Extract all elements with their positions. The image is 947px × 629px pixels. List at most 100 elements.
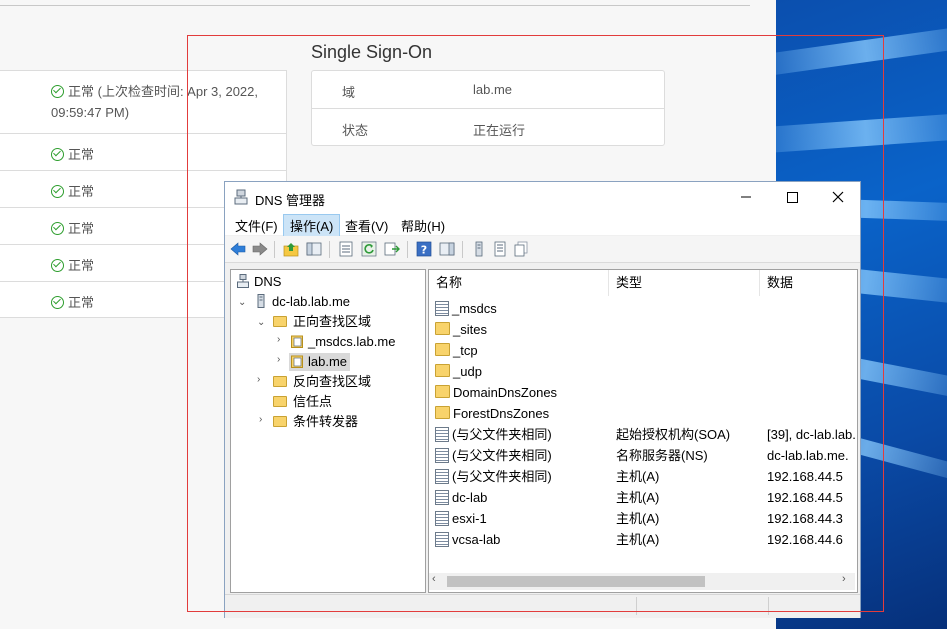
zone-copy-icon[interactable]	[513, 241, 529, 257]
record-name-cell: _sites	[435, 319, 487, 340]
show-tree-icon[interactable]	[306, 241, 322, 257]
horizontal-scrollbar[interactable]: ‹ ›	[429, 573, 855, 590]
record-icon	[435, 511, 449, 526]
refresh-icon[interactable]	[361, 241, 377, 257]
record-name: ForestDnsZones	[453, 406, 550, 421]
console-tree: DNS ⌄ dc-lab.lab.me ⌄ 正向查找区域 › _msdcs.la…	[230, 269, 426, 593]
record-icon	[435, 469, 449, 484]
chevron-down-icon[interactable]: ⌄	[238, 297, 246, 308]
record-row[interactable]: _sites	[429, 319, 855, 340]
chevron-right-icon[interactable]: ›	[259, 414, 262, 425]
record-row[interactable]: esxi-1 主机(A) 192.168.44.3	[429, 508, 855, 529]
record-data: [39], dc-lab.lab.	[767, 427, 856, 442]
record-name-cell: esxi-1	[435, 508, 487, 529]
dns-manager-window[interactable]: DNS 管理器 文件(F) 操作(A) 查看(V) 帮助(H) ? DNS ⌄ …	[224, 181, 861, 618]
folder-icon	[435, 322, 450, 335]
sso-row-domain: 域 lab.me	[312, 71, 664, 108]
column-header-type[interactable]: 类型	[609, 270, 760, 296]
title-bar[interactable]: DNS 管理器	[225, 182, 860, 212]
column-header-data[interactable]: 数据	[760, 270, 857, 296]
scroll-left-icon[interactable]: ‹	[432, 573, 436, 585]
server-icon[interactable]	[471, 241, 487, 257]
action-pane-icon[interactable]	[439, 241, 455, 257]
status-text: 正常	[68, 258, 95, 273]
export-list-icon[interactable]	[384, 241, 400, 257]
maximize-button[interactable]	[769, 182, 815, 212]
tree-item-server[interactable]: dc-lab.lab.me	[255, 293, 350, 311]
menu-view[interactable]: 查看(V)	[339, 215, 394, 236]
forward-arrow-icon[interactable]	[252, 241, 268, 257]
close-button[interactable]	[815, 182, 861, 212]
column-header-name[interactable]: 名称	[429, 270, 609, 296]
help-icon[interactable]: ?	[416, 241, 432, 257]
close-icon	[832, 191, 844, 203]
check-circle-icon	[51, 259, 64, 272]
record-list-icon[interactable]	[492, 241, 508, 257]
up-folder-icon[interactable]	[283, 241, 299, 257]
record-data: 192.168.44.6	[767, 532, 843, 547]
record-name-cell: _udp	[435, 361, 482, 382]
chevron-right-icon[interactable]: ›	[277, 354, 280, 365]
record-row[interactable]: (与父文件夹相同) 起始授权机构(SOA) [39], dc-lab.lab.	[429, 424, 856, 445]
check-circle-icon	[51, 222, 64, 235]
chevron-down-icon[interactable]: ⌄	[257, 317, 265, 328]
record-name-cell: (与父文件夹相同)	[435, 445, 552, 466]
sso-card: 域 lab.me 状态 正在运行	[311, 70, 665, 146]
record-row[interactable]: _tcp	[429, 340, 855, 361]
record-row[interactable]: (与父文件夹相同) 主机(A) 192.168.44.5	[429, 466, 855, 487]
tree-item-lab-zone[interactable]: lab.me	[289, 353, 351, 371]
tree-label: 条件转发器	[293, 414, 359, 429]
scrollbar-thumb[interactable]	[447, 576, 705, 587]
record-data: dc-lab.lab.me.	[767, 448, 849, 463]
chevron-right-icon[interactable]: ›	[277, 334, 280, 345]
menu-file[interactable]: 文件(F)	[229, 215, 284, 236]
record-row[interactable]: ForestDnsZones	[429, 403, 855, 424]
record-row[interactable]: _udp	[429, 361, 855, 382]
record-type: 起始授权机构(SOA)	[616, 427, 731, 442]
folder-icon	[273, 396, 287, 407]
menu-action[interactable]: 操作(A)	[283, 214, 341, 237]
tree-item-conditional-forwarders[interactable]: 条件转发器	[273, 413, 358, 431]
record-row[interactable]: _msdcs	[429, 298, 855, 319]
chevron-right-icon[interactable]: ›	[257, 374, 260, 385]
record-type: 主机(A)	[616, 511, 660, 526]
status-text: 正常	[68, 221, 95, 236]
folder-icon	[273, 316, 287, 327]
properties-icon[interactable]	[338, 241, 354, 257]
record-name: _sites	[453, 322, 487, 337]
scroll-right-icon[interactable]: ›	[842, 573, 846, 585]
status-row: 正常 (上次检查时间: Apr 3, 2022, 09:59:47 PM)	[0, 71, 286, 133]
tree-item-msdcs-zone[interactable]: _msdcs.lab.me	[291, 333, 395, 351]
svg-text:?: ?	[421, 244, 427, 257]
zone-icon	[291, 355, 303, 368]
menu-bar: 文件(F) 操作(A) 查看(V) 帮助(H)	[225, 212, 860, 237]
folder-icon	[273, 376, 287, 387]
zone-icon	[291, 335, 303, 348]
record-row[interactable]: dc-lab 主机(A) 192.168.44.5	[429, 487, 855, 508]
tree-item-trust-points[interactable]: 信任点	[273, 393, 332, 411]
record-name-cell: ForestDnsZones	[435, 403, 549, 424]
record-row[interactable]: vcsa-lab 主机(A) 192.168.44.6	[429, 529, 855, 550]
sso-value: 正在运行	[473, 123, 526, 138]
check-circle-icon	[51, 148, 64, 161]
menu-help[interactable]: 帮助(H)	[395, 215, 451, 236]
tree-item-reverse-zones[interactable]: 反向查找区域	[273, 373, 371, 391]
record-row[interactable]: (与父文件夹相同) 名称服务器(NS) dc-lab.lab.me.	[429, 445, 855, 466]
sso-key: 状态	[342, 123, 369, 138]
record-name: vcsa-lab	[452, 532, 501, 547]
tree-label: lab.me	[308, 354, 348, 369]
minimize-button[interactable]	[723, 182, 769, 212]
check-circle-icon	[51, 85, 64, 98]
tree-item-dns[interactable]: DNS	[237, 273, 281, 291]
folder-icon	[435, 406, 450, 419]
sso-row-status: 状态 正在运行	[312, 108, 664, 146]
status-text: 09:59:47 PM)	[51, 105, 130, 120]
tree-label: _msdcs.lab.me	[308, 334, 396, 349]
record-list: 名称 类型 数据 _msdcs _sites _tcp _udp DomainDnsZo…	[428, 269, 858, 593]
sso-key: 域	[342, 85, 356, 100]
record-row[interactable]: DomainDnsZones	[429, 382, 855, 403]
back-arrow-icon[interactable]	[230, 241, 246, 257]
dns-server-icon	[234, 189, 248, 205]
tree-item-forward-zones[interactable]: 正向查找区域	[273, 313, 371, 331]
tree-label: 正向查找区域	[293, 314, 372, 329]
